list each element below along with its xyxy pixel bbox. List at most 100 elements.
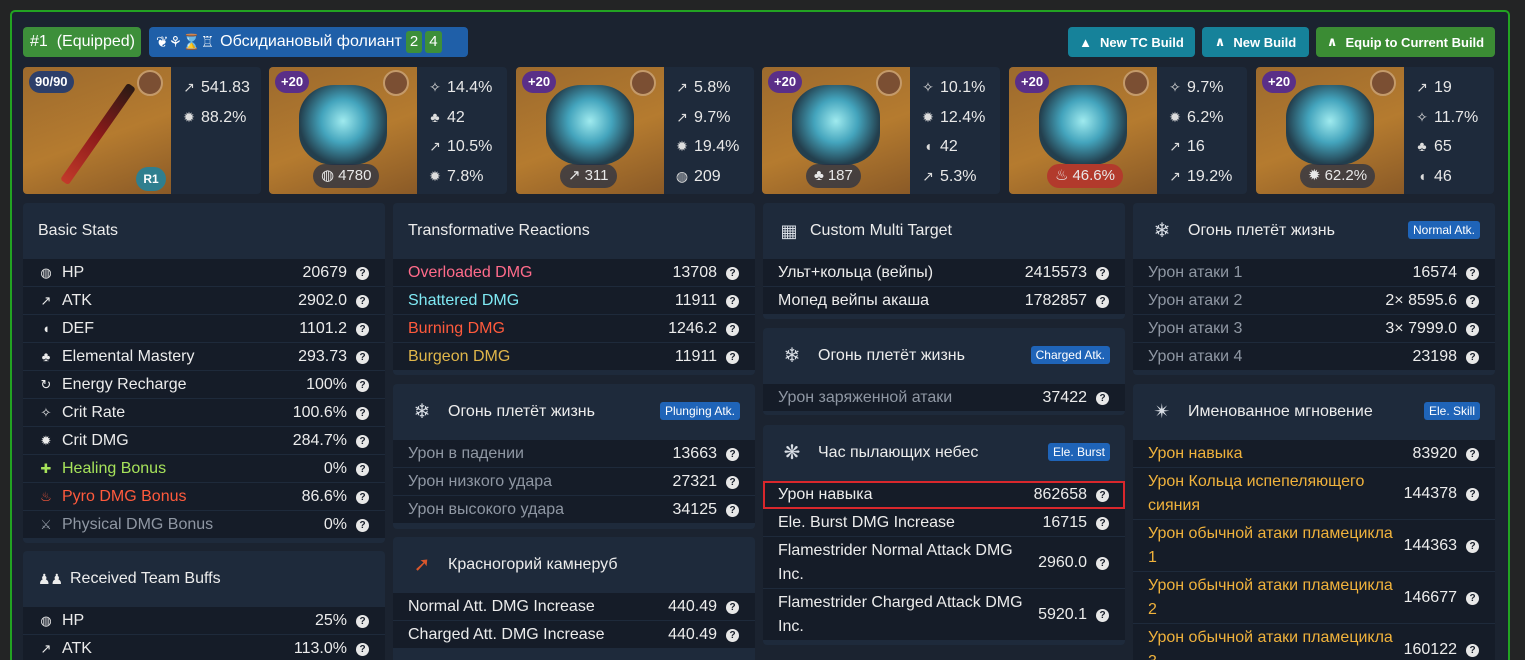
help-icon[interactable]: ? xyxy=(1096,392,1109,405)
stat-label: Урон заряженной атаки xyxy=(778,388,953,406)
substat-value: 209 xyxy=(694,167,721,185)
em-icon: ♣ xyxy=(41,349,51,364)
stat-value: 146677 xyxy=(1403,589,1457,606)
stat-row: Overloaded DMG 13708? xyxy=(393,259,755,287)
help-icon[interactable]: ? xyxy=(356,351,369,364)
help-icon[interactable]: ? xyxy=(1466,323,1479,336)
hp-icon: ◍ xyxy=(40,264,52,280)
stat-row: ♨ Pyro DMG Bonus 86.6%? xyxy=(23,483,385,511)
help-icon[interactable]: ? xyxy=(356,407,369,420)
help-icon[interactable]: ? xyxy=(1466,488,1479,501)
artifact-card[interactable]: +20 ♣ 187 ✧ 10.1% ✹ 12.4% ◖ 42 ↗ 5.3% xyxy=(762,67,1000,194)
help-icon[interactable]: ? xyxy=(1466,295,1479,308)
help-icon[interactable]: ? xyxy=(356,519,369,532)
stat-label: Урон Кольца испепеляющего сияния xyxy=(1148,473,1365,514)
stat-value: 2× 8595.6 xyxy=(1385,292,1457,309)
substat-value: 5.8% xyxy=(694,79,731,96)
stat-label: ATK xyxy=(62,291,92,309)
help-icon[interactable]: ? xyxy=(726,351,739,364)
substat: ◖ 42 xyxy=(920,132,985,162)
stat-value: 2415573 xyxy=(1024,264,1087,281)
substat: ✹ 6.2% xyxy=(1167,103,1232,133)
help-icon[interactable]: ? xyxy=(356,295,369,308)
artifact-card[interactable]: +20 ♨ 46.6% ✧ 9.7% ✹ 6.2% ↗ 16 ↗ 19.2% xyxy=(1009,67,1247,194)
help-icon[interactable]: ? xyxy=(356,379,369,392)
stat-row: ◖ DEF 1101.2? xyxy=(23,315,385,343)
substat-value: 88.2% xyxy=(201,108,247,126)
hp-icon: ◍ xyxy=(675,167,689,184)
artifact-card[interactable]: +20 ↗ 311 ↗ 5.8% ↗ 9.7% ✹ 19.4% ◍ 209 xyxy=(516,67,754,194)
weapon-card[interactable]: 90/90 R1 ↗ 541.83 ✹ 88.2% xyxy=(23,67,261,194)
stat-value: 0% xyxy=(323,516,347,533)
help-icon[interactable]: ? xyxy=(726,476,739,489)
substat-value: 11.7% xyxy=(1434,108,1479,126)
help-icon[interactable]: ? xyxy=(726,504,739,517)
help-icon[interactable]: ? xyxy=(1096,557,1109,570)
stat-value: 862658 xyxy=(1033,486,1087,503)
help-icon[interactable]: ? xyxy=(1466,351,1479,364)
plunging-tag: Plunging Atk. xyxy=(659,402,740,420)
stat-label: Урон низкого удара xyxy=(408,472,553,490)
stat-row: ↻ Energy Recharge 100%? xyxy=(23,371,385,399)
help-icon[interactable]: ? xyxy=(1466,540,1479,553)
substat-value: 10.1% xyxy=(940,79,986,96)
help-icon[interactable]: ? xyxy=(726,295,739,308)
stat-row: Burgeon DMG 11911? xyxy=(393,343,755,371)
sword-icon: ➚ xyxy=(413,554,431,576)
help-icon[interactable]: ? xyxy=(356,491,369,504)
help-icon[interactable]: ? xyxy=(356,615,369,628)
stat-value: 100% xyxy=(306,376,347,393)
help-icon[interactable]: ? xyxy=(356,267,369,280)
stat-row: Урон обычной атаки пламецикла 3 160122? xyxy=(1133,624,1495,660)
help-icon[interactable]: ? xyxy=(1096,489,1109,502)
atk-icon: ↗ xyxy=(676,79,688,95)
stat-label: Flamestrider Charged Attack DMG Inc. xyxy=(778,594,1023,635)
substats: ↗ 541.83 ✹ 88.2% xyxy=(181,73,250,132)
help-icon[interactable]: ? xyxy=(356,463,369,476)
stat-label: Crit DMG xyxy=(62,431,129,449)
help-icon[interactable]: ? xyxy=(1466,644,1479,657)
substats: ✧ 9.7% ✹ 6.2% ↗ 16 ↗ 19.2% xyxy=(1167,73,1232,191)
stat-row: Урон высокого удара 34125? xyxy=(393,496,755,524)
panel-title: ❋ Час пылающих небес Ele. Burst xyxy=(763,425,1125,481)
help-icon[interactable]: ? xyxy=(1096,267,1109,280)
crit-dmg-icon: ✹ xyxy=(1169,108,1181,125)
equip-current-build-button[interactable]: ∧ Equip to Current Build xyxy=(1316,27,1495,57)
help-icon[interactable]: ? xyxy=(1096,295,1109,308)
substat-value: 5.3% xyxy=(940,167,977,185)
help-icon[interactable]: ? xyxy=(1466,448,1479,461)
energy-recharge-icon: ↻ xyxy=(40,376,52,392)
new-build-button[interactable]: ∧ New Build xyxy=(1202,27,1309,57)
help-icon[interactable]: ? xyxy=(726,448,739,461)
help-icon[interactable]: ? xyxy=(1096,609,1109,622)
help-icon[interactable]: ? xyxy=(726,267,739,280)
panel-title: ▦ Custom Multi Target xyxy=(763,203,1125,259)
help-icon[interactable]: ? xyxy=(726,601,739,614)
new-tc-build-button[interactable]: ▲ New TC Build xyxy=(1068,27,1195,57)
atk-icon: ↗ xyxy=(429,138,441,154)
atk-icon: ↗ xyxy=(1416,79,1428,95)
stat-row: ♣ Elemental Mastery 293.73? xyxy=(23,343,385,371)
burst-icon: ❋ xyxy=(783,442,801,464)
stat-value: 11911 xyxy=(674,348,717,365)
em-icon: ♣ xyxy=(814,167,824,184)
stat-label: Урон атаки 4 xyxy=(1148,347,1243,365)
help-icon[interactable]: ? xyxy=(726,323,739,336)
help-icon[interactable]: ? xyxy=(726,629,739,642)
atk-icon: ↗ xyxy=(568,167,581,184)
artifact-card[interactable]: +20 ◍ 4780 ✧ 14.4% ♣ 42 ↗ 10.5% ✹ 7.8% xyxy=(269,67,507,194)
stat-value: 34125 xyxy=(672,501,718,518)
help-icon[interactable]: ? xyxy=(1096,517,1109,530)
help-icon[interactable]: ? xyxy=(356,643,369,656)
help-icon[interactable]: ? xyxy=(1466,592,1479,605)
help-icon[interactable]: ? xyxy=(356,435,369,448)
character-avatar-icon xyxy=(876,70,902,96)
substat-value: 16 xyxy=(1187,138,1205,155)
help-icon[interactable]: ? xyxy=(1466,267,1479,280)
artifact-card[interactable]: +20 ✹ 62.2% ↗ 19 ✧ 11.7% ♣ 65 ◖ 46 xyxy=(1256,67,1494,194)
help-icon[interactable]: ? xyxy=(356,323,369,336)
main-stat-value: 62.2% xyxy=(1324,167,1368,184)
substat-value: 19.2% xyxy=(1187,167,1233,185)
artifact-set-badge[interactable]: ❦⚘⌛♖ Обсидиановый фолиант 2 4 xyxy=(149,27,468,57)
substat: ↗ 541.83 xyxy=(181,73,250,103)
